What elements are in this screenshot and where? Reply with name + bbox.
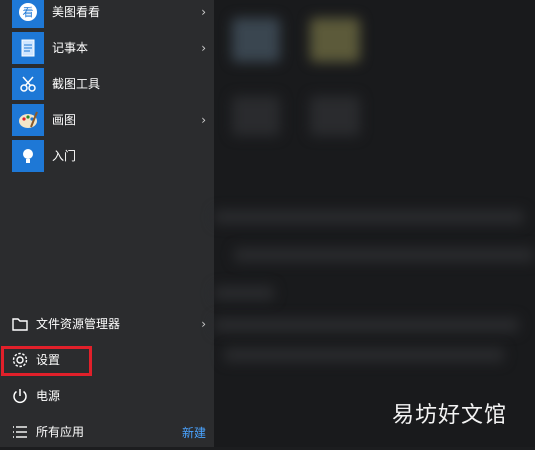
svg-text:看: 看: [23, 5, 34, 19]
new-link[interactable]: 新建: [182, 424, 206, 441]
start-menu: 看 美图看看 › 记事本 › 截图工具 画图 › 入门 文件资源管理器 › 设置…: [0, 0, 214, 447]
paint-palette-icon: [12, 104, 44, 136]
blurred-tile: [232, 96, 280, 136]
watermark: 易坊好文馆: [391, 403, 507, 428]
blurred-line: [214, 286, 274, 300]
app-item-paint[interactable]: 画图 ›: [0, 102, 214, 138]
blurred-tile: [232, 18, 280, 62]
meitu-icon: 看: [12, 0, 44, 28]
app-item-get-started[interactable]: 入门: [0, 138, 214, 174]
list-icon: [13, 426, 27, 438]
settings-highlight-box: [1, 346, 92, 376]
app-item-notepad[interactable]: 记事本 ›: [0, 30, 214, 66]
power-icon: [13, 389, 27, 404]
chevron-right-icon: ›: [201, 113, 206, 127]
blurred-line: [214, 210, 524, 224]
scissors-icon: [12, 68, 44, 100]
app-item-snipping-tool[interactable]: 截图工具: [0, 66, 214, 102]
app-label: 美图看看: [52, 5, 101, 19]
app-label: 记事本: [52, 41, 89, 55]
app-item-meitu[interactable]: 看 美图看看 ›: [0, 0, 214, 30]
lightbulb-icon: [12, 140, 44, 172]
file-explorer-item[interactable]: 文件资源管理器 ›: [0, 306, 214, 342]
blurred-desktop: 易坊好文馆: [214, 0, 535, 447]
file-explorer-label: 文件资源管理器: [36, 317, 121, 331]
all-apps-label: 所有应用: [36, 425, 85, 439]
blurred-tile: [310, 96, 360, 136]
blurred-line: [214, 318, 519, 332]
folder-icon: [12, 318, 28, 331]
notepad-icon: [12, 32, 44, 64]
blurred-line: [234, 248, 534, 262]
chevron-right-icon: ›: [201, 41, 206, 55]
app-label: 截图工具: [52, 77, 101, 91]
app-label: 入门: [52, 149, 77, 163]
power-label: 电源: [36, 389, 61, 403]
chevron-right-icon: ›: [201, 317, 206, 331]
app-label: 画图: [52, 113, 77, 127]
chevron-right-icon: ›: [201, 5, 206, 19]
blurred-line: [224, 348, 504, 362]
power-item[interactable]: 电源: [0, 378, 214, 414]
blurred-tile: [310, 18, 360, 62]
